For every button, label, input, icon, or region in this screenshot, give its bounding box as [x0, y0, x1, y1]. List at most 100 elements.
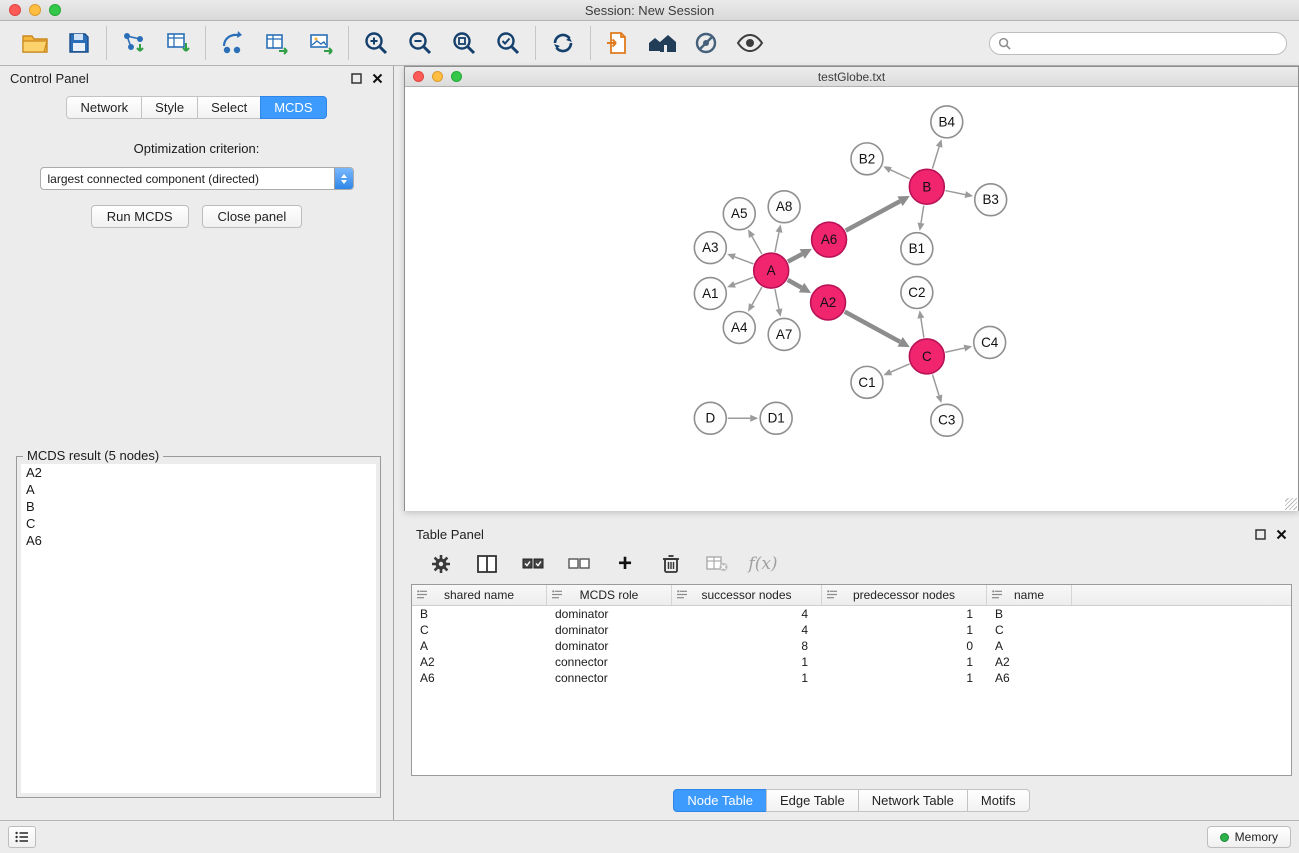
graph-edge-B-B4[interactable] [932, 139, 942, 169]
graph-edge-B-B2[interactable] [883, 166, 909, 178]
table-row[interactable]: Bdominator41B [412, 606, 1291, 622]
column-header-successor-nodes[interactable]: successor nodes [672, 585, 822, 605]
table-row[interactable]: Adominator80A [412, 638, 1291, 654]
graph-edge-C-C1[interactable] [883, 364, 909, 375]
resize-grip[interactable] [1285, 498, 1297, 510]
table-row[interactable]: Cdominator41C [412, 622, 1291, 638]
tab-style[interactable]: Style [141, 96, 198, 119]
search-field[interactable] [989, 32, 1287, 55]
graph-node-B4[interactable]: B4 [931, 106, 963, 138]
float-table-panel-icon[interactable] [1255, 529, 1266, 540]
mcds-result-list[interactable]: A2ABCA6 [21, 464, 376, 793]
column-header-predecessor-nodes[interactable]: predecessor nodes [822, 585, 987, 605]
graph-edge-A-A1[interactable] [727, 277, 753, 287]
graph-node-C1[interactable]: C1 [851, 366, 883, 398]
graph-node-B3[interactable]: B3 [975, 184, 1007, 216]
mcds-result-item[interactable]: B [21, 498, 376, 515]
refresh-icon[interactable] [548, 28, 578, 58]
graph-node-D[interactable]: D [694, 402, 726, 434]
node-table[interactable]: shared nameMCDS rolesuccessor nodesprede… [411, 584, 1292, 776]
network-window-titlebar[interactable]: testGlobe.txt [405, 67, 1298, 87]
criterion-dropdown[interactable]: largest connected component (directed) [40, 167, 354, 190]
graph-node-C4[interactable]: C4 [974, 326, 1006, 358]
graph-node-A8[interactable]: A8 [768, 191, 800, 223]
graph-node-A1[interactable]: A1 [694, 278, 726, 310]
graph-edge-A6-B[interactable] [846, 196, 910, 231]
graph-node-C[interactable]: C [909, 339, 944, 374]
graph-node-A5[interactable]: A5 [723, 198, 755, 230]
mcds-result-item[interactable]: C [21, 515, 376, 532]
graph-edge-B-B1[interactable] [918, 205, 925, 230]
export-document-icon[interactable] [603, 28, 633, 58]
table-row[interactable]: A2connector11A2 [412, 654, 1291, 670]
memory-button[interactable]: Memory [1207, 826, 1291, 848]
mcds-result-item[interactable]: A [21, 481, 376, 498]
graph-node-B[interactable]: B [909, 169, 944, 204]
mcds-result-item[interactable]: A6 [21, 532, 376, 549]
close-panel-icon[interactable] [372, 73, 383, 84]
graph-edge-A-A5[interactable] [748, 229, 762, 254]
show-panels-button[interactable] [8, 826, 36, 848]
save-icon[interactable] [64, 28, 94, 58]
tab-select[interactable]: Select [197, 96, 261, 119]
graph-edge-C-C3[interactable] [932, 374, 942, 403]
graph-node-A6[interactable]: A6 [812, 222, 847, 257]
zoom-out-icon[interactable] [405, 28, 435, 58]
column-chooser-icon[interactable] [475, 552, 499, 576]
graph-edge-B-B3[interactable] [945, 191, 973, 198]
hide-graphics-icon[interactable] [691, 28, 721, 58]
graph-edge-A2-C[interactable] [845, 312, 910, 347]
delete-row-icon[interactable] [659, 552, 683, 576]
eye-icon[interactable] [735, 28, 765, 58]
mcds-result-item[interactable]: A2 [21, 464, 376, 481]
graph-edge-A-A7[interactable] [775, 289, 782, 317]
close-table-panel-icon[interactable] [1276, 529, 1287, 540]
graph-edge-C-C2[interactable] [917, 310, 924, 337]
export-image-icon[interactable] [306, 28, 336, 58]
network-canvas[interactable]: B4 B2 B B3 A5 A8 A6 A3 B1 A A1 C2 A2 A4 A7 C4 C C1 C3 D D1 [405, 87, 1298, 511]
graph-node-C2[interactable]: C2 [901, 277, 933, 309]
network-graph[interactable]: B4 B2 B B3 A5 A8 A6 A3 B1 A A1 C2 A2 A4 A7 C4 C C1 C3 D D1 [405, 87, 1298, 511]
graph-edge-A-A2[interactable] [788, 280, 811, 293]
close-panel-button[interactable]: Close panel [202, 205, 303, 228]
graph-node-C3[interactable]: C3 [931, 404, 963, 436]
select-all-checkboxes-icon[interactable] [521, 552, 545, 576]
tab-network[interactable]: Network [66, 96, 142, 119]
graph-edge-A-A6[interactable] [788, 249, 812, 262]
tab-motifs[interactable]: Motifs [967, 789, 1030, 812]
graph-node-B2[interactable]: B2 [851, 143, 883, 175]
unselect-all-checkboxes-icon[interactable] [567, 552, 591, 576]
table-row[interactable]: A6connector11A6 [412, 670, 1291, 686]
zoom-fit-icon[interactable] [449, 28, 479, 58]
graph-edge-A-A3[interactable] [727, 254, 753, 264]
tab-node-table[interactable]: Node Table [673, 789, 767, 812]
column-header-shared-name[interactable]: shared name [412, 585, 547, 605]
column-header-name[interactable]: name [987, 585, 1072, 605]
graph-node-D1[interactable]: D1 [760, 402, 792, 434]
graph-edge-D-D1[interactable] [728, 415, 758, 422]
graph-node-A2[interactable]: A2 [811, 285, 846, 320]
zoom-in-icon[interactable] [361, 28, 391, 58]
column-header-MCDS-role[interactable]: MCDS role [547, 585, 672, 605]
settings-gear-icon[interactable] [429, 552, 453, 576]
graph-node-B1[interactable]: B1 [901, 233, 933, 265]
graph-node-A7[interactable]: A7 [768, 318, 800, 350]
run-mcds-button[interactable]: Run MCDS [91, 205, 189, 228]
import-network-icon[interactable] [119, 28, 149, 58]
graph-node-A[interactable]: A [754, 253, 789, 288]
open-folder-icon[interactable] [20, 28, 50, 58]
tab-mcds[interactable]: MCDS [260, 96, 326, 119]
graph-node-A4[interactable]: A4 [723, 311, 755, 343]
zoom-selected-icon[interactable] [493, 28, 523, 58]
add-row-icon[interactable]: + [613, 552, 637, 576]
new-network-icon[interactable] [218, 28, 248, 58]
graph-edge-A-A8[interactable] [775, 224, 782, 252]
home-icon[interactable] [647, 28, 677, 58]
graph-edge-C-C4[interactable] [945, 345, 972, 353]
import-table-icon[interactable] [163, 28, 193, 58]
export-table-icon[interactable] [262, 28, 292, 58]
graph-node-A3[interactable]: A3 [694, 232, 726, 264]
tab-network-table[interactable]: Network Table [858, 789, 968, 812]
float-panel-icon[interactable] [351, 73, 362, 84]
search-input[interactable] [1016, 36, 1278, 50]
